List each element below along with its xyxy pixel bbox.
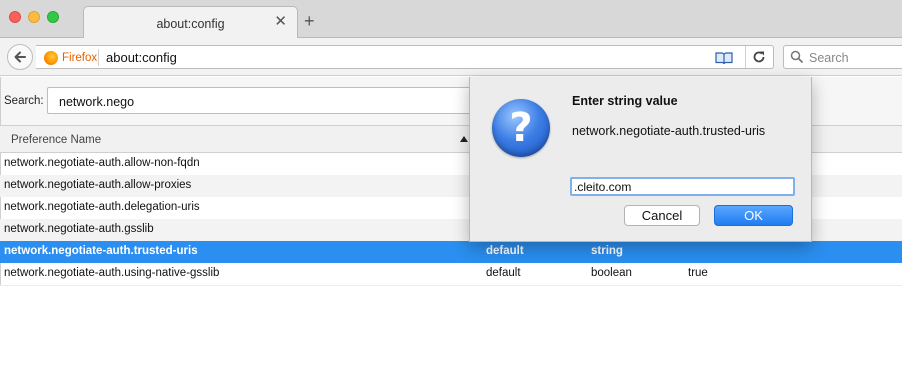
pref-name: network.negotiate-auth.delegation-uris (4, 201, 200, 213)
tab-close-icon[interactable]: ✕ (274, 14, 287, 29)
pref-name: network.negotiate-auth.using-native-gssl… (4, 267, 220, 279)
url-bar[interactable]: Firefox about:config (36, 45, 774, 69)
window-zoom-button[interactable] (47, 11, 59, 23)
pref-type: string (591, 245, 623, 257)
search-placeholder: Search (809, 51, 849, 65)
sort-ascending-icon (460, 136, 468, 142)
url-bar-divider (745, 46, 746, 68)
tab-about-config[interactable]: about:config ✕ (83, 6, 298, 39)
window-close-button[interactable] (9, 11, 21, 23)
cancel-button[interactable]: Cancel (624, 205, 700, 226)
string-value-input[interactable]: .cleito.com (570, 177, 795, 196)
ok-button[interactable]: OK (714, 205, 793, 226)
config-search-input[interactable]: network.nego (47, 87, 487, 114)
nav-bar: Firefox about:config Search (0, 38, 902, 76)
pref-name: network.negotiate-auth.allow-non-fqdn (4, 157, 200, 169)
preferences-empty-area (0, 285, 902, 367)
config-search-value: network.nego (59, 95, 135, 109)
pref-value: true (688, 267, 708, 279)
identity-label: Firefox (62, 52, 98, 64)
pref-name: network.negotiate-auth.trusted-uris (4, 245, 198, 257)
url-text[interactable]: about:config (106, 50, 177, 65)
column-preference-name[interactable]: Preference Name (11, 134, 101, 146)
dialog-title: Enter string value (572, 94, 678, 108)
reload-icon[interactable] (752, 50, 766, 64)
title-bar: about:config ✕ + (0, 0, 902, 39)
reader-view-icon[interactable] (715, 51, 733, 65)
identity-divider (98, 49, 99, 66)
question-icon: ? (492, 99, 550, 157)
back-button[interactable] (7, 44, 33, 70)
table-row[interactable]: network.negotiate-auth.using-native-gssl… (0, 263, 902, 285)
search-bar[interactable]: Search (783, 45, 902, 69)
string-value-text: .cleito.com (574, 180, 632, 194)
window-minimize-button[interactable] (28, 11, 40, 23)
identity-box[interactable]: Firefox (44, 50, 97, 66)
config-search-label: Search: (4, 95, 44, 107)
back-arrow-icon (14, 51, 26, 63)
pref-name: network.negotiate-auth.gsslib (4, 223, 154, 235)
search-icon (790, 50, 804, 64)
pref-status: default (486, 245, 524, 257)
enter-string-dialog: ? Enter string value network.negotiate-a… (469, 77, 812, 242)
tab-title: about:config (156, 17, 225, 31)
pref-type: boolean (591, 267, 632, 279)
pref-status: default (486, 267, 521, 279)
new-tab-button[interactable]: + (304, 12, 315, 30)
pref-name: network.negotiate-auth.allow-proxies (4, 179, 192, 191)
table-row-selected[interactable]: network.negotiate-auth.trusted-uris defa… (0, 241, 902, 263)
firefox-logo-icon (44, 51, 58, 65)
dialog-message: network.negotiate-auth.trusted-uris (572, 124, 766, 138)
